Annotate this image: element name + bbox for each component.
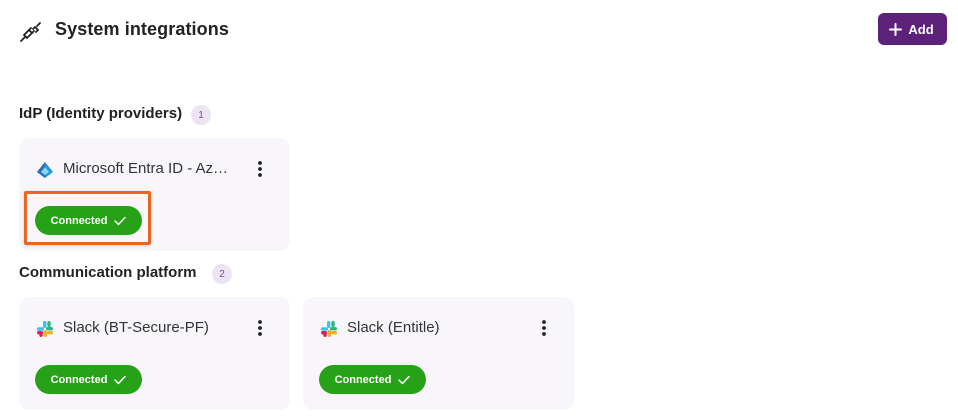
plus-icon bbox=[889, 22, 903, 36]
integration-name: Microsoft Entra ID - Azure AD bbox=[63, 160, 233, 177]
status-badge-connected: Connected bbox=[319, 365, 426, 394]
integration-card-slack-entitle[interactable]: Slack (Entitle) Connected bbox=[303, 297, 574, 410]
more-options-icon[interactable] bbox=[257, 319, 263, 337]
section-title-idp: IdP (Identity providers) bbox=[19, 105, 183, 122]
slack-logo bbox=[321, 321, 337, 337]
check-icon bbox=[114, 375, 127, 384]
section-title-communication: Communication platform bbox=[19, 264, 197, 281]
section-count-badge-idp: 1 bbox=[191, 105, 211, 125]
status-label: Connected bbox=[334, 373, 392, 386]
integration-card-slack-bt-secure[interactable]: Slack (BT-Secure-PF) Connected bbox=[19, 297, 290, 410]
slack-logo bbox=[37, 321, 53, 337]
system-integrations-page: System integrations Add IdP (Identity pr… bbox=[0, 0, 958, 420]
more-options-icon[interactable] bbox=[257, 160, 263, 178]
plug-icon bbox=[20, 22, 41, 42]
check-icon bbox=[398, 375, 411, 384]
status-label: Connected bbox=[50, 373, 108, 386]
status-badge-connected: Connected bbox=[35, 365, 142, 394]
integration-name: Slack (BT-Secure-PF) bbox=[63, 319, 209, 336]
page-title: System integrations bbox=[55, 19, 229, 39]
more-options-icon[interactable] bbox=[541, 319, 547, 337]
add-button-label: Add bbox=[908, 21, 934, 37]
section-count-badge-communication: 2 bbox=[212, 264, 232, 284]
integration-name: Slack (Entitle) bbox=[347, 319, 440, 336]
highlight-annotation-box bbox=[24, 191, 151, 245]
add-button[interactable]: Add bbox=[878, 13, 947, 45]
microsoft-entra-logo bbox=[37, 162, 53, 178]
